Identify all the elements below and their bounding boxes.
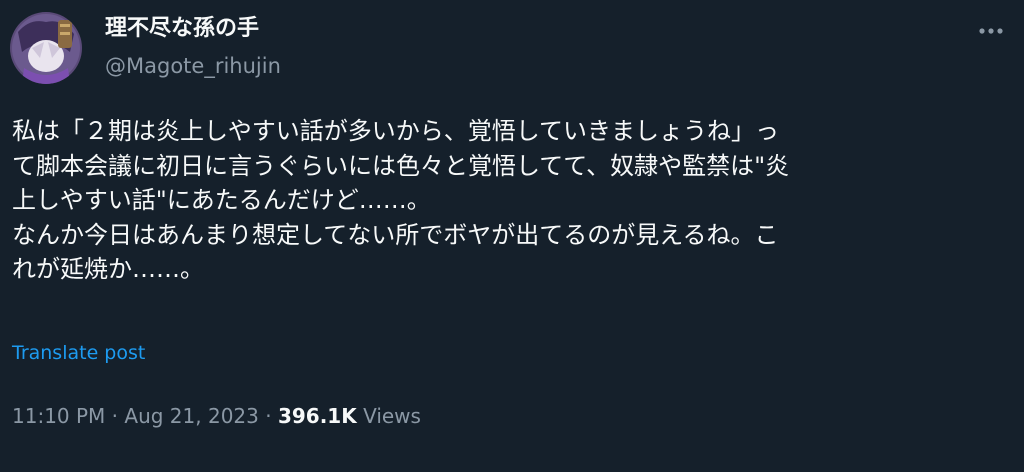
- author-display-name[interactable]: 理不尽な孫の手: [105, 13, 259, 45]
- post-text-line: 私は「２期は炎上しやすい話が多いから、覚悟していきましょうね」っ: [12, 117, 780, 145]
- post-time-link[interactable]: 11:10 PM: [12, 404, 105, 428]
- post-text-line: なんか今日はあんまり想定してない所でボヤが出てるのが見えるね。こ: [12, 220, 779, 249]
- views-count[interactable]: 396.1K: [278, 404, 357, 428]
- avatar[interactable]: [10, 12, 82, 84]
- meta-separator: ·: [105, 404, 125, 428]
- author-handle[interactable]: @Magote_rihujin: [105, 51, 281, 81]
- avatar-image: [10, 12, 82, 84]
- post-meta: 11:10 PM · Aug 21, 2023 · 396.1K Views: [12, 400, 421, 432]
- more-horizontal-icon: [979, 28, 1003, 34]
- more-options-button[interactable]: [974, 14, 1008, 48]
- post-date-link[interactable]: Aug 21, 2023: [124, 404, 258, 428]
- post-text-line: 上しやすい話"にあたるんだけど……。: [12, 186, 431, 214]
- post-text: 私は「２期は炎上しやすい話が多いから、覚悟していきましょうね」っ て脚本会議に初…: [12, 114, 1012, 287]
- meta-separator: ·: [258, 404, 278, 428]
- views-label: Views: [356, 404, 421, 428]
- translate-post-link[interactable]: Translate post: [12, 339, 145, 367]
- post-text-line: れが延焼か……。: [12, 255, 204, 283]
- post-text-line: て脚本会議に初日に言うぐらいには色々と覚悟してて、奴隷や監禁は"炎: [12, 151, 790, 180]
